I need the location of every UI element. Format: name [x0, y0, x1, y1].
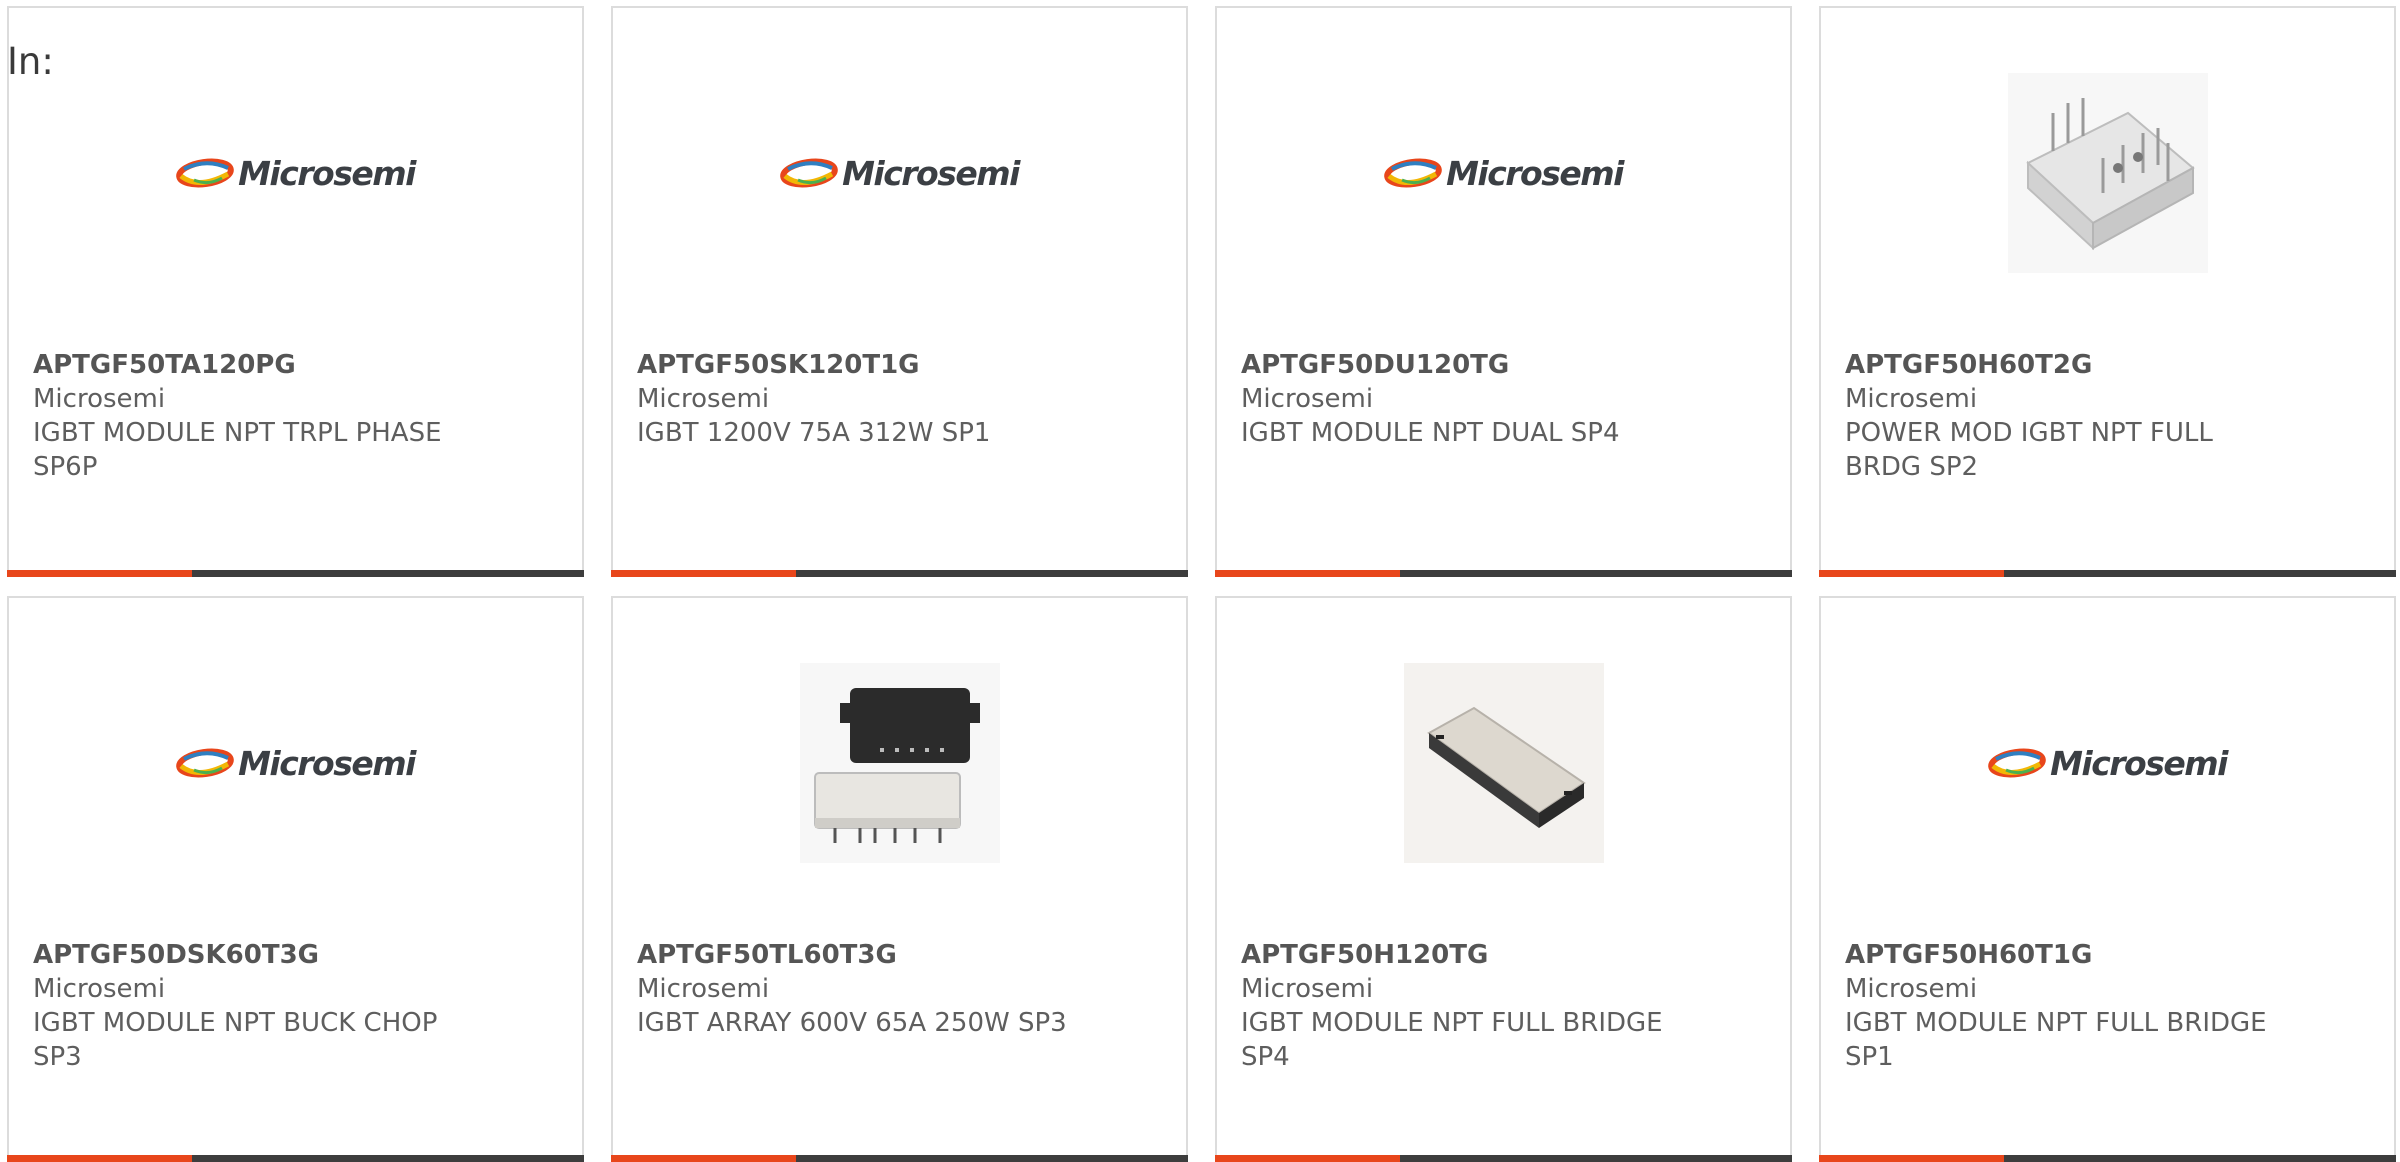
microsemi-logo: Microsemi	[1988, 743, 2228, 783]
card-footer-bar	[1819, 1155, 2396, 1162]
microsemi-logo: Microsemi	[176, 743, 416, 783]
part-number[interactable]: APTGF50TA120PG	[33, 348, 473, 382]
card-footer-bar	[1215, 570, 1792, 577]
product-thumbnail	[795, 658, 1005, 868]
card-footer-bar	[7, 1155, 584, 1162]
card-accent	[1819, 1155, 2004, 1162]
card-footer-bar	[1215, 1155, 1792, 1162]
product-thumbnail: Microsemi	[1988, 658, 2228, 868]
product-thumbnail	[2003, 68, 2213, 278]
manufacturer: Microsemi	[33, 384, 166, 414]
module-photo-flat	[1403, 663, 1604, 863]
description-line-2: BRDG SP2	[1845, 452, 1979, 482]
description-line-1: IGBT 1200V 75A 312W SP1	[637, 418, 991, 448]
product-card[interactable]: Microsemi APTGF50DSK60T3G Microsemi IGBT…	[7, 596, 584, 1162]
description-line-2: SP4	[1241, 1042, 1290, 1072]
product-info: APTGF50DSK60T3G Microsemi IGBT MODULE NP…	[33, 938, 473, 1074]
product-info: APTGF50TA120PG Microsemi IGBT MODULE NPT…	[33, 348, 473, 484]
part-number[interactable]: APTGF50TL60T3G	[637, 938, 1077, 972]
manufacturer: Microsemi	[1241, 974, 1374, 1004]
description-line-1: POWER MOD IGBT NPT FULL	[1845, 418, 2213, 448]
description-line-1: IGBT MODULE NPT BUCK CHOP	[33, 1008, 438, 1038]
card-accent	[611, 570, 796, 577]
product-thumbnail: Microsemi	[176, 658, 416, 868]
product-info: APTGF50TL60T3G Microsemi IGBT ARRAY 600V…	[637, 938, 1077, 1040]
product-card[interactable]: Microsemi APTGF50SK120T1G Microsemi IGBT…	[611, 6, 1188, 577]
microsemi-swoosh-icon	[1384, 158, 1442, 188]
description-line-2: SP3	[33, 1042, 82, 1072]
description-line-1: IGBT ARRAY 600V 65A 250W SP3	[637, 1008, 1067, 1038]
microsemi-swoosh-icon	[1988, 748, 2046, 778]
part-number[interactable]: APTGF50SK120T1G	[637, 348, 1077, 382]
card-footer-bar	[1819, 570, 2396, 577]
manufacturer: Microsemi	[637, 974, 770, 1004]
part-number[interactable]: APTGF50H60T1G	[1845, 938, 2285, 972]
module-photo-white-pins	[2007, 73, 2208, 273]
product-card[interactable]: APTGF50H60T2G Microsemi POWER MOD IGBT N…	[1819, 6, 2396, 577]
card-accent	[1819, 570, 2004, 577]
product-info: APTGF50H60T2G Microsemi POWER MOD IGBT N…	[1845, 348, 2285, 484]
filter-label: In:	[7, 40, 54, 83]
logo-text: Microsemi	[238, 743, 416, 783]
manufacturer: Microsemi	[1241, 384, 1374, 414]
card-footer-bar	[611, 570, 1188, 577]
manufacturer: Microsemi	[637, 384, 770, 414]
product-thumbnail: Microsemi	[176, 68, 416, 278]
microsemi-swoosh-icon	[780, 158, 838, 188]
card-accent	[1215, 570, 1400, 577]
product-info: APTGF50DU120TG Microsemi IGBT MODULE NPT…	[1241, 348, 1681, 450]
logo-text: Microsemi	[2050, 743, 2228, 783]
product-card[interactable]: Microsemi APTGF50TA120PG Microsemi IGBT …	[7, 6, 584, 577]
logo-text: Microsemi	[1446, 153, 1624, 193]
product-thumbnail: Microsemi	[1384, 68, 1624, 278]
description-line-1: IGBT MODULE NPT TRPL PHASE	[33, 418, 442, 448]
microsemi-swoosh-icon	[176, 158, 234, 188]
manufacturer: Microsemi	[33, 974, 166, 1004]
description-line-2: SP6P	[33, 452, 98, 482]
product-card[interactable]: Microsemi APTGF50DU120TG Microsemi IGBT …	[1215, 6, 1792, 577]
part-number[interactable]: APTGF50H60T2G	[1845, 348, 2285, 382]
product-info: APTGF50H120TG Microsemi IGBT MODULE NPT …	[1241, 938, 1681, 1074]
card-accent	[611, 1155, 796, 1162]
part-number[interactable]: APTGF50H120TG	[1241, 938, 1681, 972]
product-card[interactable]: APTGF50TL60T3G Microsemi IGBT ARRAY 600V…	[611, 596, 1188, 1162]
logo-text: Microsemi	[238, 153, 416, 193]
card-accent	[7, 1155, 192, 1162]
card-accent	[7, 570, 192, 577]
microsemi-logo: Microsemi	[1384, 153, 1624, 193]
card-footer-bar	[7, 570, 584, 577]
description-line-1: IGBT MODULE NPT FULL BRIDGE	[1241, 1008, 1663, 1038]
description-line-1: IGBT MODULE NPT FULL BRIDGE	[1845, 1008, 2267, 1038]
microsemi-swoosh-icon	[176, 748, 234, 778]
product-card[interactable]: APTGF50H120TG Microsemi IGBT MODULE NPT …	[1215, 596, 1792, 1162]
product-info: APTGF50H60T1G Microsemi IGBT MODULE NPT …	[1845, 938, 2285, 1074]
manufacturer: Microsemi	[1845, 974, 1978, 1004]
product-thumbnail	[1399, 658, 1609, 868]
logo-text: Microsemi	[842, 153, 1020, 193]
description-line-1: IGBT MODULE NPT DUAL SP4	[1241, 418, 1620, 448]
module-photo-black-white	[799, 663, 1000, 863]
product-grid: Microsemi APTGF50TA120PG Microsemi IGBT …	[0, 0, 2400, 1162]
card-footer-bar	[611, 1155, 1188, 1162]
card-accent	[1215, 1155, 1400, 1162]
product-card[interactable]: Microsemi APTGF50H60T1G Microsemi IGBT M…	[1819, 596, 2396, 1162]
microsemi-logo: Microsemi	[176, 153, 416, 193]
part-number[interactable]: APTGF50DSK60T3G	[33, 938, 473, 972]
product-results-page: In: Microsemi APTGF50TA120PG Microsemi I…	[0, 0, 2400, 1162]
manufacturer: Microsemi	[1845, 384, 1978, 414]
part-number[interactable]: APTGF50DU120TG	[1241, 348, 1681, 382]
description-line-2: SP1	[1845, 1042, 1894, 1072]
microsemi-logo: Microsemi	[780, 153, 1020, 193]
product-info: APTGF50SK120T1G Microsemi IGBT 1200V 75A…	[637, 348, 1077, 450]
product-thumbnail: Microsemi	[780, 68, 1020, 278]
